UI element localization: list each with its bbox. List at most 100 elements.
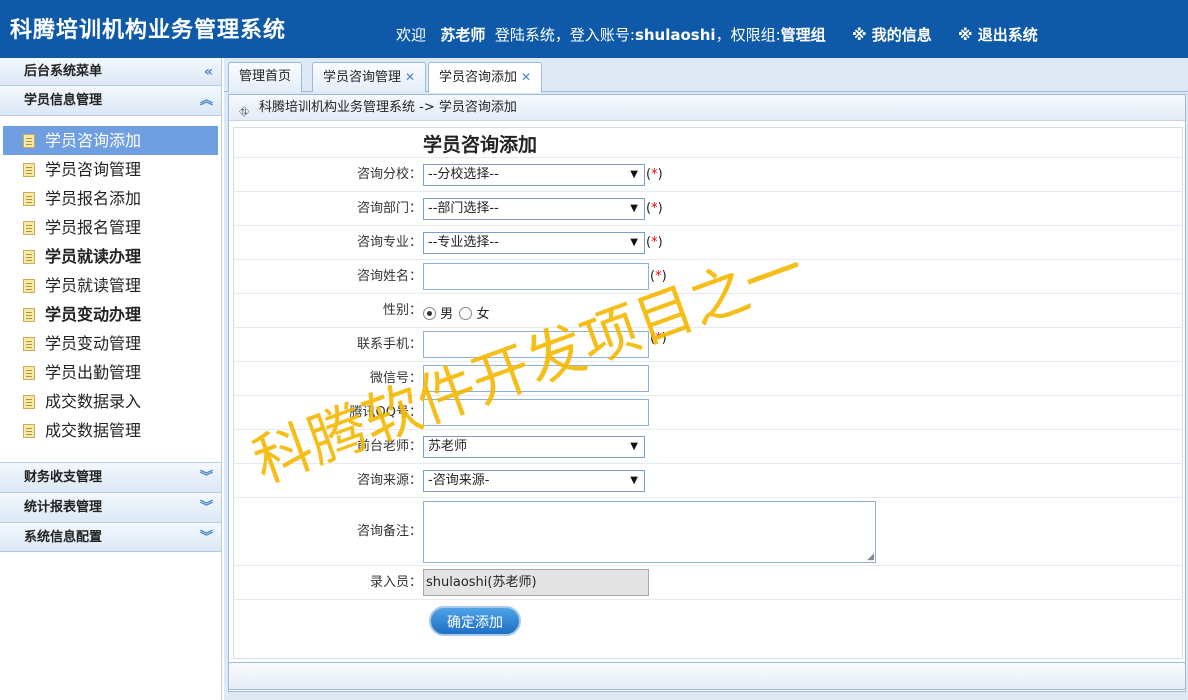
sidebar-item-consult-add[interactable]: 学员咨询添加 [3,126,218,155]
group-label: 统计报表管理 [24,500,103,515]
sidebar-item-label: 学员咨询添加 [45,131,142,150]
recorder-label: 录入员： [369,575,422,590]
tab-consult-manage[interactable]: 学员咨询管理 ✕ [312,62,427,92]
required-close: ) [661,269,667,284]
wechat-input[interactable] [423,365,649,392]
sidebar-item-enroll-add[interactable]: 学员报名添加 [3,184,218,213]
document-icon [23,366,35,380]
gender-male-radio[interactable] [423,307,436,320]
close-icon[interactable]: ✕ [405,70,415,84]
form-title-row: 学员咨询添加 [234,128,1182,158]
double-chevron-down-icon: ︾ [199,500,213,515]
sidebar-item-label: 学员报名管理 [45,218,142,237]
gender-row: 性别： 男 女 [234,294,1182,328]
major-row: 咨询专业： --专业选择-- ▼ (*) [234,226,1182,260]
document-icon [23,308,35,322]
breadcrumb: ⛗ 科腾培训机构业务管理系统 -> 学员咨询添加 [229,95,1185,121]
logout-link[interactable]: ※ 退出系统 [958,24,1038,45]
submit-button[interactable]: 确定添加 [429,606,521,636]
document-icon [23,424,35,438]
remark-row: 咨询备注： ◢ [234,498,1182,566]
sidebar-item-consult-manage[interactable]: 学员咨询管理 [3,155,218,184]
sidebar-item-attendance-manage[interactable]: 学员出勤管理 [3,358,218,387]
sidebar-item-enroll-manage[interactable]: 学员报名管理 [3,213,218,242]
welcome-prefix: 欢迎 [396,26,427,44]
sidebar: 后台系统菜单 « 学员信息管理 ︽ 学员咨询添加 学员咨询管理 学员报名添加 学… [0,58,222,700]
required-mark: (*) [646,226,663,260]
teacher-row: 前台老师： 苏老师 ▼ [234,430,1182,464]
phone-label: 联系手机： [356,337,422,352]
department-row: 咨询部门： --部门选择-- ▼ (*) [234,192,1182,226]
department-select[interactable]: --部门选择-- ▼ [423,198,645,220]
breadcrumb-text: 科腾培训机构业务管理系统 -> 学员咨询添加 [259,100,517,115]
name-input[interactable] [423,263,649,290]
tab-label: 学员咨询添加 [439,70,518,85]
sidebar-group-config[interactable]: 系统信息配置 ︾ [0,522,221,552]
sidebar-group-finance[interactable]: 财务收支管理 ︾ [0,462,221,492]
sidebar-item-label: 成交数据录入 [45,392,142,411]
phone-input[interactable] [423,331,649,358]
name-row: 咨询姓名： (*) [234,260,1182,294]
sidebar-item-label: 学员就读办理 [45,247,142,266]
sidebar-item-change-manage[interactable]: 学员变动管理 [3,329,218,358]
recorder-field: shulaoshi(苏老师) [423,569,649,596]
source-select[interactable]: -咨询来源- ▼ [423,470,645,492]
qq-row: 腾讯QQ号： [234,396,1182,430]
required-mark: (*) [646,192,663,226]
location-icon: ⛗ [239,105,250,120]
consult-add-form: 学员咨询添加 咨询分校： --分校选择-- ▼ (*) 咨询部门： --部门选择-… [233,127,1183,659]
major-select[interactable]: --专业选择-- ▼ [423,232,645,254]
sidebar-item-list: 学员咨询添加 学员咨询管理 学员报名添加 学员报名管理 学员就读办理 学员就读管… [0,116,221,462]
required-close: ) [657,201,663,216]
document-icon [23,134,35,148]
tab-label: 管理首页 [239,69,292,84]
double-chevron-down-icon: ︾ [199,470,213,485]
campus-select[interactable]: --分校选择-- ▼ [423,164,645,186]
document-icon [23,279,35,293]
remark-textarea[interactable]: ◢ [423,501,876,563]
name-label: 咨询姓名： [356,269,422,284]
double-chevron-up-icon[interactable]: ︽ [200,86,213,116]
qq-input[interactable] [423,399,649,426]
required-close: ) [657,167,663,182]
sidebar-item-deal-entry[interactable]: 成交数据录入 [3,387,218,416]
my-info-link[interactable]: ※ 我的信息 [852,24,932,45]
sidebar-item-study-handle[interactable]: 学员就读办理 [3,242,218,271]
section-title: 学员信息管理 [24,93,103,108]
tab-consult-add[interactable]: 学员咨询添加 ✕ [428,62,543,93]
user-name: 苏老师 [440,26,486,44]
group-text: ，权限组: [715,26,781,44]
required-mark: (*) [650,322,667,356]
teacher-select-value: 苏老师 [428,439,468,454]
document-icon [23,337,35,351]
section-student-info[interactable]: 学员信息管理 ︽ [0,86,221,116]
gender-female-radio[interactable] [459,307,473,320]
recorder-row: 录入员： shulaoshi(苏老师) [234,566,1182,600]
dropdown-arrow-icon: ▼ [630,237,638,248]
tab-bar: 管理首页 学员咨询管理 ✕ 学员咨询添加 ✕ [224,58,1188,93]
sidebar-item-study-manage[interactable]: 学员就读管理 [3,271,218,300]
tab-home[interactable]: 管理首页 [228,62,303,92]
sidebar-menu-header: 后台系统菜单 « [0,58,221,86]
permission-group: 管理组 [780,26,826,44]
teacher-select[interactable]: 苏老师 ▼ [423,436,645,458]
double-chevron-left-icon[interactable]: « [204,58,213,86]
form-title: 学员咨询添加 [423,134,538,156]
wechat-label: 微信号： [369,371,422,386]
document-icon [23,395,35,409]
sidebar-item-label: 学员就读管理 [45,276,142,295]
wechat-row: 微信号： [234,362,1182,396]
gender-male-label: 男 [440,307,454,322]
sidebar-item-deal-manage[interactable]: 成交数据管理 [3,416,218,445]
required-mark: (*) [646,158,663,192]
sidebar-item-change-handle[interactable]: 学员变动办理 [3,300,218,329]
account-name: shulaoshi [634,26,716,44]
sidebar-item-label: 学员变动办理 [45,305,142,324]
login-text: 登陆系统，登入账号: [494,26,635,44]
close-icon[interactable]: ✕ [521,70,531,84]
required-close: ) [661,331,667,346]
major-select-value: --专业选择-- [428,235,499,250]
resize-handle-icon[interactable]: ◢ [867,552,874,562]
main-area: 管理首页 学员咨询管理 ✕ 学员咨询添加 ✕ ⛗ 科腾培训机构业务管理系统 -> 学… [224,58,1188,700]
sidebar-group-reports[interactable]: 统计报表管理 ︾ [0,492,221,522]
